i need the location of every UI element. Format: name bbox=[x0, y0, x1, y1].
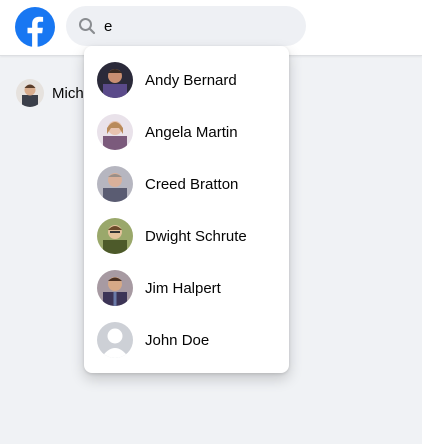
avatar bbox=[97, 218, 133, 254]
search-result-creed-bratton[interactable]: Creed Bratton bbox=[84, 158, 289, 210]
result-name: Jim Halpert bbox=[145, 279, 221, 297]
result-name: Creed Bratton bbox=[145, 175, 239, 193]
search-result-andy-bernard[interactable]: Andy Bernard bbox=[84, 54, 289, 106]
default-avatar-icon bbox=[97, 322, 133, 358]
avatar bbox=[97, 114, 133, 150]
avatar bbox=[97, 270, 133, 306]
result-name: Andy Bernard bbox=[145, 71, 237, 89]
search-result-jim-halpert[interactable]: Jim Halpert bbox=[84, 262, 289, 314]
result-name: Dwight Schrute bbox=[145, 227, 247, 245]
result-name: Angela Martin bbox=[145, 123, 238, 141]
avatar bbox=[97, 62, 133, 98]
search-input[interactable] bbox=[102, 12, 296, 40]
search-result-dwight-schrute[interactable]: Dwight Schrute bbox=[84, 210, 289, 262]
search-result-john-doe[interactable]: John Doe bbox=[84, 314, 289, 366]
profile-name: Mich bbox=[52, 84, 84, 102]
result-name: John Doe bbox=[145, 331, 210, 349]
search-result-angela-martin[interactable]: Angela Martin bbox=[84, 106, 289, 158]
facebook-logo-icon[interactable] bbox=[15, 7, 55, 47]
left-profile-shortcut[interactable]: Mich bbox=[16, 79, 84, 107]
avatar bbox=[16, 79, 44, 107]
avatar bbox=[97, 166, 133, 202]
search-results-dropdown: Andy Bernard Angela Martin Creed Bratton bbox=[84, 46, 289, 373]
search-bar[interactable] bbox=[66, 6, 306, 46]
search-icon bbox=[78, 17, 96, 35]
